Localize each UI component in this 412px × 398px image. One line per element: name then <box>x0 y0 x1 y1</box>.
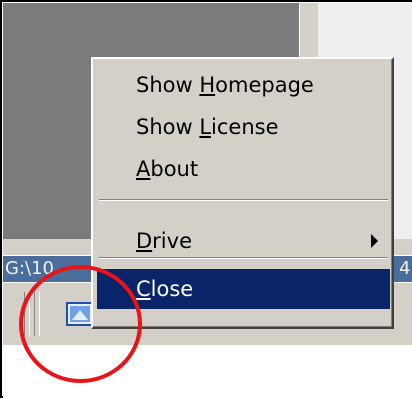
menu-item-close[interactable]: Close <box>97 269 390 309</box>
menu-item-label: Show License <box>136 115 279 139</box>
submenu-arrow-icon <box>371 234 378 248</box>
menu-separator <box>99 257 388 259</box>
menu-mnemonic: A <box>136 157 151 181</box>
menu-item-label: About <box>136 157 199 181</box>
highlight-circle <box>19 265 142 383</box>
menu-item-show-homepage[interactable]: Show Homepage <box>97 65 390 105</box>
status-right-text: 4 <box>399 258 411 279</box>
tray-context-menu: Show Homepage Show License About Drive Close <box>91 57 394 329</box>
menu-mnemonic: D <box>136 229 153 253</box>
menu-separator <box>99 199 388 201</box>
menu-item-label: Show Homepage <box>136 73 314 97</box>
menu-item-show-license[interactable]: Show License <box>97 107 390 147</box>
menu-item-drive[interactable]: Drive <box>97 221 390 261</box>
menu-item-label: Drive <box>136 229 192 253</box>
menu-item-label: Close <box>136 277 194 301</box>
menu-item-about[interactable]: About <box>97 149 390 189</box>
menu-mnemonic: H <box>199 73 216 97</box>
menu-mnemonic: L <box>199 115 212 139</box>
menu-mnemonic: C <box>136 277 151 301</box>
